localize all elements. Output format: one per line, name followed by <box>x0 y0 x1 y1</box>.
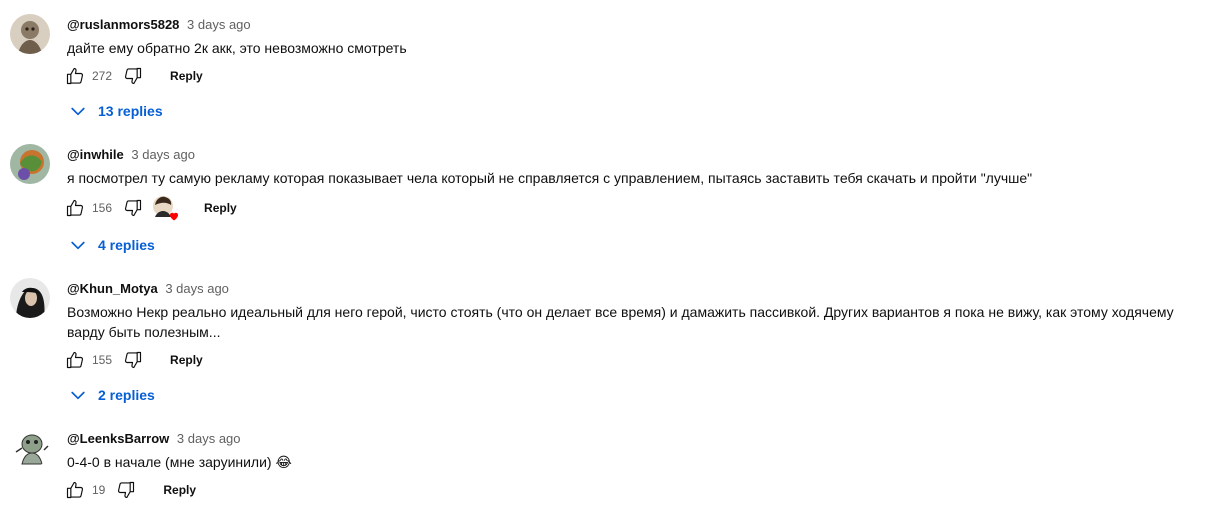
like-button[interactable] <box>62 195 88 221</box>
comment-timestamp[interactable]: 3 days ago <box>177 431 241 446</box>
comment-timestamp[interactable]: 3 days ago <box>165 281 229 296</box>
like-button[interactable] <box>62 63 88 89</box>
comment-author[interactable]: @inwhile <box>67 147 124 162</box>
comment-author[interactable]: @Khun_Motya <box>67 281 158 296</box>
comment-text: я посмотрел ту самую рекламу которая пок… <box>67 170 1033 186</box>
chevron-down-icon <box>68 101 88 121</box>
thumbs-down-icon <box>123 198 143 218</box>
view-replies-button[interactable]: 13 replies <box>68 97 163 125</box>
like-count: 155 <box>92 353 113 367</box>
thumbs-up-icon <box>65 480 85 500</box>
avatar[interactable] <box>10 428 50 468</box>
dislike-button[interactable] <box>113 477 139 503</box>
thumbs-up-icon <box>65 350 85 370</box>
thumbs-down-icon <box>116 480 136 500</box>
replies-count-label: 2 replies <box>98 387 155 403</box>
avatar[interactable] <box>10 144 50 184</box>
like-count: 156 <box>92 201 113 215</box>
comment-text: 0-4-0 в начале (мне заруинили) 😂 <box>67 454 292 470</box>
like-count: 19 <box>92 483 106 497</box>
chevron-down-icon <box>68 235 88 255</box>
thumbs-up-icon <box>65 66 85 86</box>
comment-text: Возможно Некр реально идеальный для него… <box>67 304 1174 340</box>
like-button[interactable] <box>62 477 88 503</box>
reply-button[interactable]: Reply <box>160 353 213 367</box>
replies-count-label: 13 replies <box>98 103 163 119</box>
comment-timestamp[interactable]: 3 days ago <box>131 147 195 162</box>
creator-heart-icon <box>170 212 179 221</box>
chevron-down-icon <box>68 385 88 405</box>
like-count: 272 <box>92 69 113 83</box>
reply-button[interactable]: Reply <box>160 69 213 83</box>
reply-button[interactable]: Reply <box>194 201 247 215</box>
like-button[interactable] <box>62 347 88 373</box>
dislike-button[interactable] <box>120 195 146 221</box>
comment-author[interactable]: @ruslanmors5828 <box>67 17 179 32</box>
replies-count-label: 4 replies <box>98 237 155 253</box>
dislike-button[interactable] <box>120 63 146 89</box>
avatar[interactable] <box>10 278 50 318</box>
thumbs-down-icon <box>123 350 143 370</box>
view-replies-button[interactable]: 4 replies <box>68 231 155 259</box>
view-replies-button[interactable]: 2 replies <box>68 381 155 409</box>
comment-author[interactable]: @LeenksBarrow <box>67 431 169 446</box>
avatar[interactable] <box>10 14 50 54</box>
comment-text: дайте ему обратно 2к акк, это невозможно… <box>67 40 407 56</box>
reply-button[interactable]: Reply <box>153 483 206 497</box>
thumbs-up-icon <box>65 198 85 218</box>
comment-timestamp[interactable]: 3 days ago <box>187 17 251 32</box>
thumbs-down-icon <box>123 66 143 86</box>
dislike-button[interactable] <box>120 347 146 373</box>
creator-heart <box>152 195 179 221</box>
